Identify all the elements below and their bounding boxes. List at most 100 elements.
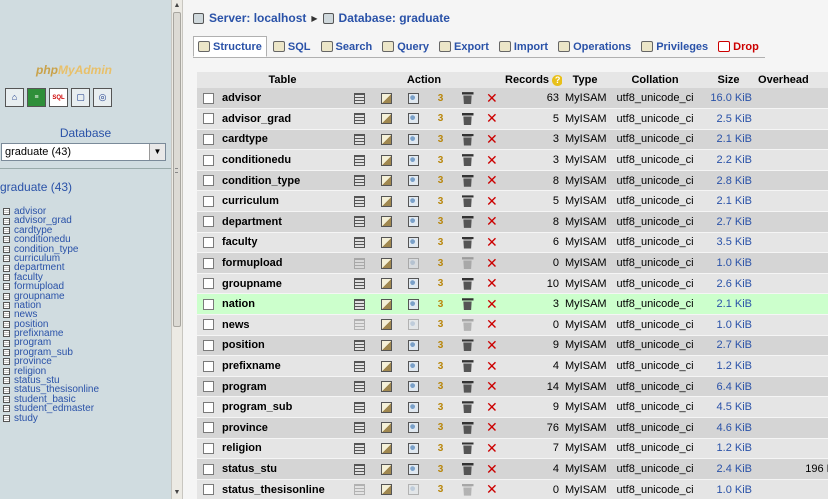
table-icon[interactable]	[3, 339, 10, 347]
empty-table-icon[interactable]	[461, 442, 474, 455]
window-icon[interactable]: ▢	[71, 88, 90, 107]
structure-icon[interactable]	[381, 154, 392, 166]
table-row[interactable]: program_sub 3 ✕ 9 MyISAM utf8_unicode_ci 4.5 K…	[197, 396, 828, 418]
table-icon[interactable]	[3, 302, 10, 310]
empty-table-icon[interactable]	[461, 421, 474, 434]
insert-icon[interactable]: 3	[434, 319, 448, 330]
browse-icon[interactable]	[354, 237, 365, 249]
search-icon[interactable]	[408, 463, 419, 475]
structure-icon[interactable]	[381, 237, 392, 249]
structure-icon[interactable]	[381, 216, 392, 228]
insert-icon[interactable]: 3	[434, 361, 448, 372]
table-row[interactable]: religion 3 ✕ 7MyISAMutf8_unicode_ci1.2 KiB-	[197, 438, 828, 460]
structure-icon[interactable]	[381, 422, 392, 434]
browse-icon[interactable]	[354, 195, 365, 207]
chevron-down-icon[interactable]: ▼	[149, 144, 165, 160]
help-icon[interactable]: ?	[552, 74, 563, 86]
drop-icon[interactable]: ✕	[486, 256, 498, 270]
row-checkbox[interactable]	[202, 381, 214, 393]
table-row[interactable]: program 3 ✕ 14MyISAMutf8_unicode_ci6.4 KiB-	[197, 376, 828, 398]
row-table-name[interactable]: groupname	[219, 273, 346, 295]
structure-icon[interactable]	[381, 319, 392, 331]
search-icon[interactable]	[408, 278, 419, 290]
drop-icon[interactable]: ✕	[486, 482, 498, 496]
insert-icon[interactable]: 3	[434, 484, 448, 495]
row-table-name[interactable]: province	[219, 417, 346, 439]
insert-icon[interactable]: 3	[434, 464, 448, 475]
row-checkbox[interactable]	[202, 340, 214, 352]
tab-export[interactable]: Export	[435, 36, 493, 57]
insert-icon[interactable]: 3	[434, 258, 448, 269]
insert-icon[interactable]: 3	[434, 299, 448, 310]
row-table-name[interactable]: department	[219, 211, 346, 233]
row-checkbox[interactable]	[202, 319, 214, 331]
row-size[interactable]: 2.8 KiB	[702, 170, 756, 192]
insert-icon[interactable]: 3	[434, 113, 448, 124]
row-table-name[interactable]: program	[219, 376, 346, 398]
search-icon[interactable]	[408, 401, 419, 413]
table-icon[interactable]	[3, 405, 10, 413]
drop-icon[interactable]: ✕	[486, 379, 498, 393]
row-checkbox[interactable]	[202, 463, 214, 475]
empty-table-icon[interactable]	[461, 112, 474, 125]
docs-icon[interactable]: ≡	[27, 88, 46, 107]
empty-table-icon[interactable]	[461, 215, 474, 228]
row-table-name[interactable]: status_stu	[219, 458, 346, 480]
empty-table-icon[interactable]	[461, 380, 474, 393]
table-icon[interactable]	[3, 255, 10, 263]
browse-icon[interactable]	[354, 340, 365, 352]
tab-privileges[interactable]: Privileges	[637, 36, 712, 57]
row-checkbox[interactable]	[202, 175, 214, 187]
table-row[interactable]: curriculum 3 ✕ 5 MyISAM utf8_unicode_ci 2.1 Ki…	[197, 190, 828, 213]
row-table-name[interactable]: prefixname	[219, 355, 346, 377]
search-icon[interactable]	[408, 319, 419, 331]
empty-table-icon[interactable]	[461, 133, 474, 146]
row-size[interactable]: 1.2 KiB	[702, 438, 756, 460]
row-size[interactable]: 16.0 KiB	[702, 88, 756, 110]
structure-icon[interactable]	[381, 463, 392, 475]
table-row[interactable]: advisor_grad 3 ✕ 5 MyISAM utf8_unicode_ci 2.5 …	[197, 108, 828, 130]
table-row[interactable]: groupname 3 ✕ 10 MyISAM utf8_unicode_ci 2.6 Ki…	[197, 273, 828, 295]
structure-icon[interactable]	[381, 257, 392, 269]
table-row[interactable]: formupload 3 ✕ 0 MyISAM utf8_unicode_ci 1.0 Ki…	[197, 252, 828, 274]
insert-icon[interactable]: 3	[434, 237, 448, 248]
table-icon[interactable]	[3, 226, 10, 234]
row-checkbox[interactable]	[202, 298, 214, 310]
table-row[interactable]: conditionedu 3 ✕ 3 MyISAM utf8_unicode_ci 2.2 …	[197, 149, 828, 171]
table-icon[interactable]	[3, 217, 10, 225]
structure-icon[interactable]	[381, 195, 392, 207]
empty-table-icon[interactable]	[461, 401, 474, 414]
tab-query[interactable]: Query	[378, 36, 433, 57]
row-size[interactable]: 3.5 KiB	[702, 232, 756, 254]
table-icon[interactable]	[3, 414, 10, 422]
scroll-up-icon[interactable]: ▲	[172, 1, 182, 11]
table-row[interactable]: province 3 ✕ 76 MyISAM utf8_unicode_ci 4.6 KiB…	[197, 417, 828, 439]
table-row[interactable]: nation3✕3MyISAMutf8_unicode_ci2.1 KiB-	[197, 293, 828, 316]
drop-icon[interactable]: ✕	[486, 462, 498, 476]
row-table-name[interactable]: status_thesisonline	[219, 479, 346, 499]
row-table-name[interactable]: cardtype	[219, 129, 346, 151]
row-checkbox[interactable]	[202, 237, 214, 249]
breadcrumb-database[interactable]: Database: graduate	[339, 11, 450, 25]
search-icon[interactable]	[408, 298, 419, 310]
insert-icon[interactable]: 3	[434, 134, 448, 145]
structure-icon[interactable]	[381, 381, 392, 393]
drop-icon[interactable]: ✕	[486, 235, 498, 249]
drop-icon[interactable]: ✕	[486, 194, 498, 208]
table-row[interactable]: advisor 3 ✕ 63 MyISAM utf8_unicode_ci 16.0 KiB…	[197, 88, 828, 110]
row-size[interactable]: 1.0 KiB	[702, 252, 756, 274]
browse-icon[interactable]	[354, 463, 365, 475]
table-row[interactable]: status_stu 3 ✕ 4 MyISAM utf8_unicode_ci 2.4 Ki…	[197, 458, 828, 480]
empty-table-icon[interactable]	[461, 483, 474, 496]
insert-icon[interactable]: 3	[434, 422, 448, 433]
drop-icon[interactable]: ✕	[486, 359, 498, 373]
browse-icon[interactable]	[354, 298, 365, 310]
tab-drop[interactable]: Drop	[714, 36, 763, 57]
row-size[interactable]: 2.1 KiB	[702, 293, 756, 316]
structure-icon[interactable]	[381, 484, 392, 496]
row-table-name[interactable]: program_sub	[219, 396, 346, 418]
tab-operations[interactable]: Operations	[554, 36, 635, 57]
drop-icon[interactable]: ✕	[486, 111, 498, 125]
row-table-name[interactable]: news	[219, 314, 346, 336]
structure-icon[interactable]	[381, 92, 392, 104]
